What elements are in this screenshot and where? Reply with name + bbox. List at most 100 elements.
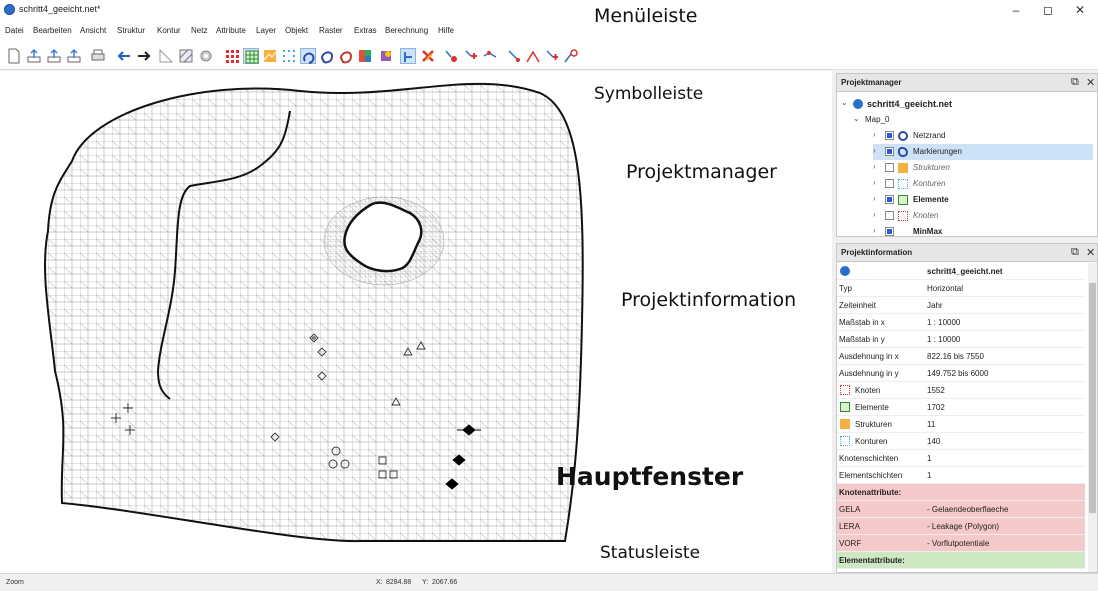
close-button[interactable]: ✕ — [1068, 4, 1092, 18]
join-tool-icon[interactable] — [544, 48, 560, 64]
annotation-project-manager: Projektmanager — [626, 161, 777, 183]
tree-map[interactable]: ⌄ Map_0 — [853, 112, 1053, 128]
scrollbar-thumb[interactable] — [1089, 283, 1096, 513]
menu-netz[interactable]: Netz — [191, 26, 207, 35]
mesh-canvas[interactable] — [0, 71, 832, 573]
structures-icon[interactable] — [262, 48, 278, 64]
layer-visibility-checkbox[interactable] — [885, 147, 894, 156]
elements-grid-icon[interactable] — [243, 48, 259, 64]
scrollbar[interactable] — [1088, 263, 1097, 572]
layer-konturen[interactable]: › Konturen — [873, 176, 1093, 192]
point-tool-icon[interactable] — [444, 48, 460, 64]
boundary-icon[interactable] — [319, 48, 335, 64]
layer-netzrand[interactable]: › Netzrand — [873, 128, 1093, 144]
chevron-down-icon[interactable]: ⌄ — [841, 98, 848, 107]
layer-knoten[interactable]: › Knoten — [873, 208, 1093, 224]
chevron-right-icon[interactable]: › — [873, 210, 876, 219]
layer-visibility-checkbox[interactable] — [885, 211, 894, 220]
delete-icon[interactable] — [420, 48, 436, 64]
layers-icon[interactable] — [378, 48, 394, 64]
info-value: 1 — [927, 471, 932, 480]
chevron-right-icon[interactable]: › — [873, 226, 876, 235]
layer-markierungen[interactable]: › Markierungen — [873, 144, 1093, 160]
split-tool-icon[interactable] — [525, 48, 541, 64]
print-icon[interactable] — [90, 48, 106, 64]
polygon-icon[interactable] — [338, 48, 354, 64]
contours-icon[interactable] — [281, 48, 297, 64]
chevron-down-icon[interactable]: ⌄ — [853, 114, 860, 123]
info-value: 140 — [927, 437, 941, 446]
arrow-right-icon[interactable] — [136, 48, 152, 64]
minimize-button[interactable]: – — [1004, 4, 1028, 18]
attribute-icon[interactable] — [400, 48, 416, 64]
chevron-right-icon[interactable]: › — [873, 194, 876, 203]
export-icon[interactable] — [46, 48, 62, 64]
menu-objekt[interactable]: Objekt — [285, 26, 308, 35]
close-icon[interactable]: ✕ — [1086, 76, 1095, 89]
layer-minmax[interactable]: › MinMax — [873, 224, 1093, 240]
annotation-main: Hauptfenster — [556, 462, 744, 491]
menu-struktur[interactable]: Struktur — [117, 26, 145, 35]
info-row: Strukturen 11 — [837, 416, 1085, 433]
menu-layer[interactable]: Layer — [256, 26, 276, 35]
menu-attribute[interactable]: Attribute — [216, 26, 246, 35]
menu-kontur[interactable]: Kontur — [157, 26, 181, 35]
move-tool-icon[interactable] — [463, 48, 479, 64]
layer-visibility-checkbox[interactable] — [885, 163, 894, 172]
hatch-icon[interactable] — [178, 48, 194, 64]
menu-hilfe[interactable]: Hilfe — [438, 26, 454, 35]
chevron-right-icon[interactable]: › — [873, 130, 876, 139]
layer-visibility-checkbox[interactable] — [885, 227, 894, 236]
project-info-table: schritt4_geeicht.net Typ Horizontal Zeite… — [837, 263, 1087, 572]
refine-tool-icon[interactable] — [563, 48, 579, 64]
undock-icon[interactable]: ⧉ — [1071, 246, 1079, 259]
layer-visibility-checkbox[interactable] — [885, 195, 894, 204]
layer-strukturen[interactable]: › Strukturen — [873, 160, 1093, 176]
layer-visibility-checkbox[interactable] — [885, 131, 894, 140]
nodes-grid-icon[interactable] — [224, 48, 240, 64]
info-key: Maßstab in y — [839, 335, 885, 344]
edge-tool-icon[interactable] — [506, 48, 522, 64]
layer-visibility-checkbox[interactable] — [885, 179, 894, 188]
info-key: Typ — [839, 284, 852, 293]
project-manager-header: Projektmanager ⧉ ✕ — [837, 74, 1097, 92]
info-key: Knoten — [855, 386, 881, 395]
menu-datei[interactable]: Datei — [5, 26, 24, 35]
info-value: 149.752 bis 6000 — [927, 369, 989, 378]
gear-icon[interactable] — [198, 48, 214, 64]
annotation-project-info: Projektinformation — [621, 289, 797, 311]
elements-grid-icon — [840, 402, 850, 412]
menu-ansicht[interactable]: Ansicht — [80, 26, 106, 35]
menu-raster[interactable]: Raster — [319, 26, 343, 35]
status-mode: Zoom — [6, 579, 24, 586]
menu-bearbeiten[interactable]: Bearbeiten — [33, 26, 72, 35]
select-triangle-icon[interactable] — [158, 48, 174, 64]
main-map-view[interactable] — [0, 71, 832, 573]
status-bar: Zoom X: 8284.88 Y: 2067.66 — [0, 573, 1098, 591]
insert-tool-icon[interactable] — [482, 48, 498, 64]
menu-extras[interactable]: Extras — [354, 26, 377, 35]
import-icon[interactable] — [26, 48, 42, 64]
menu-berechnung[interactable]: Berechnung — [385, 26, 428, 35]
node-attr-row: VORF - Vorflutpotentiale — [837, 535, 1085, 552]
new-file-icon[interactable] — [6, 48, 22, 64]
tree-root[interactable]: ⌄ schritt4_geeicht.net — [841, 96, 1091, 112]
structures-icon — [898, 163, 908, 173]
markers-icon[interactable] — [300, 48, 316, 64]
chevron-right-icon[interactable]: › — [873, 162, 876, 171]
chevron-right-icon[interactable]: › — [873, 146, 876, 155]
elements-grid-icon — [898, 195, 908, 205]
undock-icon[interactable]: ⧉ — [1071, 76, 1079, 89]
arrow-left-icon[interactable] — [116, 48, 132, 64]
layer-elemente[interactable]: › Elemente — [873, 192, 1093, 208]
chevron-right-icon[interactable]: › — [873, 178, 876, 187]
maximize-button[interactable]: ◻ — [1036, 4, 1060, 18]
info-row: Knoten 1552 — [837, 382, 1085, 399]
layer-label: Elemente — [913, 195, 949, 204]
close-icon[interactable]: ✕ — [1086, 246, 1095, 259]
palette-icon[interactable] — [357, 48, 373, 64]
info-value: 1 — [927, 454, 932, 463]
info-key: Maßstab in x — [839, 318, 885, 327]
attr-key: LERA — [839, 522, 860, 531]
export-alt-icon[interactable] — [66, 48, 82, 64]
